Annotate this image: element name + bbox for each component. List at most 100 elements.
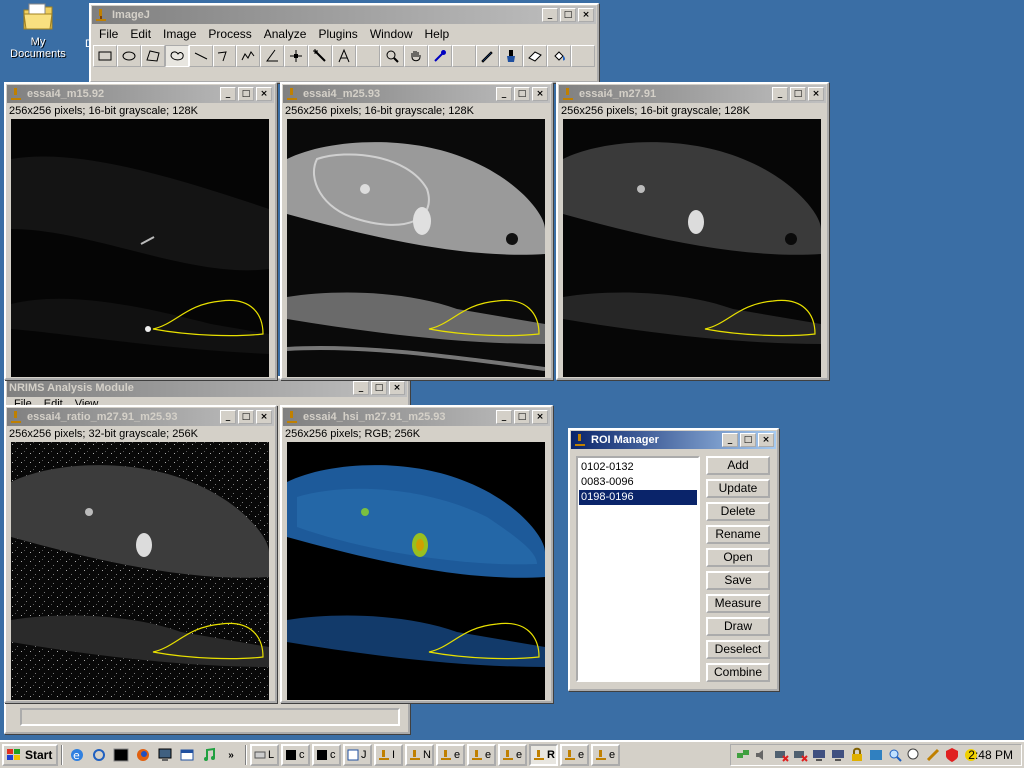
menu-help[interactable]: Help: [419, 27, 456, 41]
roi-list-item-selected[interactable]: 0198-0196: [578, 489, 698, 506]
menu-plugins[interactable]: Plugins: [312, 27, 363, 41]
search-icon[interactable]: [906, 747, 922, 763]
pencil-tool-icon[interactable]: [475, 45, 500, 67]
minimize-button[interactable]: _: [496, 87, 512, 101]
close-button[interactable]: ×: [256, 410, 272, 424]
image-titlebar[interactable]: essai4_hsi_m27.91_m25.93 _ □ ×: [283, 408, 550, 426]
image-titlebar[interactable]: essai4_m25.93 _ □ ×: [283, 85, 550, 103]
straight-line-tool-icon[interactable]: [188, 45, 213, 67]
freehand-line-tool-icon[interactable]: [236, 45, 261, 67]
chevron-right-icon[interactable]: »: [222, 746, 240, 764]
image-canvas[interactable]: [11, 119, 269, 377]
combine-button[interactable]: Combine: [706, 663, 770, 682]
flood-fill-tool-icon[interactable]: [547, 45, 572, 67]
minimize-button[interactable]: _: [220, 410, 236, 424]
task-button[interactable]: e: [498, 744, 527, 766]
menu-edit[interactable]: Edit: [124, 27, 157, 41]
music-icon[interactable]: [200, 746, 218, 764]
close-button[interactable]: ×: [532, 87, 548, 101]
maximize-button[interactable]: □: [560, 8, 576, 22]
menu-image[interactable]: Image: [157, 27, 202, 41]
task-button[interactable]: L: [250, 744, 279, 766]
hand-tool-icon[interactable]: [403, 45, 428, 67]
draw-button[interactable]: Draw: [706, 617, 770, 636]
task-button[interactable]: c: [281, 744, 310, 766]
magnifier-icon[interactable]: [887, 747, 903, 763]
menu-file[interactable]: File: [93, 27, 124, 41]
magnifier-tool-icon[interactable]: [379, 45, 404, 67]
task-button[interactable]: J: [343, 744, 372, 766]
imagej-titlebar[interactable]: ImageJ _ □ ×: [92, 6, 596, 24]
computer-icon[interactable]: [811, 747, 827, 763]
roi-list-item[interactable]: 0102-0132: [579, 460, 697, 475]
menu-analyze[interactable]: Analyze: [258, 27, 313, 41]
computer-icon[interactable]: [830, 747, 846, 763]
image-canvas[interactable]: [563, 119, 821, 377]
open-button[interactable]: Open: [706, 548, 770, 567]
maximize-button[interactable]: □: [790, 87, 806, 101]
close-button[interactable]: ×: [578, 8, 594, 22]
polygon-tool-icon[interactable]: [140, 45, 165, 67]
segmented-line-tool-icon[interactable]: [212, 45, 237, 67]
task-button[interactable]: e: [436, 744, 465, 766]
internet-explorer-icon[interactable]: e: [68, 746, 86, 764]
task-button[interactable]: N: [405, 744, 434, 766]
task-button[interactable]: e: [467, 744, 496, 766]
delete-button[interactable]: Delete: [706, 502, 770, 521]
oval-tool-icon[interactable]: [116, 45, 141, 67]
roi-list[interactable]: 0102-0132 0083-0096 0198-0196: [576, 456, 700, 682]
minimize-button[interactable]: _: [496, 410, 512, 424]
image-canvas[interactable]: [11, 442, 269, 700]
maximize-button[interactable]: □: [238, 87, 254, 101]
task-button[interactable]: e: [591, 744, 620, 766]
close-button[interactable]: ×: [808, 87, 824, 101]
refresh-icon[interactable]: [90, 746, 108, 764]
card-icon[interactable]: [868, 747, 884, 763]
image-titlebar[interactable]: essai4_ratio_m27.91_m25.93 _ □ ×: [7, 408, 274, 426]
close-button[interactable]: ×: [758, 433, 774, 447]
task-button-active[interactable]: R: [529, 744, 558, 766]
nrims-titlebar[interactable]: NRIMS Analysis Module _ □ ×: [7, 379, 407, 397]
image-canvas[interactable]: [287, 442, 545, 700]
image-titlebar[interactable]: essai4_m27.91 _ □ ×: [559, 85, 826, 103]
my-documents-desktop-icon[interactable]: My Documents: [2, 2, 74, 60]
maximize-button[interactable]: □: [514, 87, 530, 101]
text-tool-icon[interactable]: [332, 45, 356, 67]
rename-button[interactable]: Rename: [706, 525, 770, 544]
tools-icon[interactable]: [925, 747, 941, 763]
freehand-tool-icon[interactable]: [164, 45, 189, 67]
close-button[interactable]: ×: [532, 410, 548, 424]
update-button[interactable]: Update: [706, 479, 770, 498]
disconnected-network-icon[interactable]: [792, 747, 808, 763]
minimize-button[interactable]: _: [722, 433, 738, 447]
mcafee-shield-icon[interactable]: [944, 747, 960, 763]
lock-icon[interactable]: [849, 747, 865, 763]
add-button[interactable]: Add: [706, 456, 770, 475]
monitor-icon[interactable]: [156, 746, 174, 764]
network-icon[interactable]: [735, 747, 751, 763]
task-button[interactable]: c: [312, 744, 341, 766]
menu-window[interactable]: Window: [364, 27, 419, 41]
minimize-button[interactable]: _: [220, 87, 236, 101]
start-button[interactable]: Start: [2, 744, 58, 766]
angle-tool-icon[interactable]: [260, 45, 285, 67]
command-prompt-icon[interactable]: [112, 746, 130, 764]
clock[interactable]: 2:48 PM: [968, 748, 1013, 762]
firefox-icon[interactable]: [134, 746, 152, 764]
image-canvas[interactable]: [287, 119, 545, 377]
close-button[interactable]: ×: [389, 381, 405, 395]
color-picker-tool-icon[interactable]: [427, 45, 452, 67]
task-button[interactable]: I: [374, 744, 403, 766]
deselect-button[interactable]: Deselect: [706, 640, 770, 659]
eraser-tool-icon[interactable]: [523, 45, 548, 67]
save-button[interactable]: Save: [706, 571, 770, 590]
menu-process[interactable]: Process: [202, 27, 257, 41]
minimize-button[interactable]: _: [353, 381, 369, 395]
close-button[interactable]: ×: [256, 87, 272, 101]
minimize-button[interactable]: _: [542, 8, 558, 22]
disconnected-network-icon[interactable]: [773, 747, 789, 763]
task-button[interactable]: e: [560, 744, 589, 766]
roi-list-item[interactable]: 0083-0096: [579, 475, 697, 490]
rectangle-tool-icon[interactable]: [93, 45, 117, 67]
brush-tool-icon[interactable]: [499, 45, 524, 67]
